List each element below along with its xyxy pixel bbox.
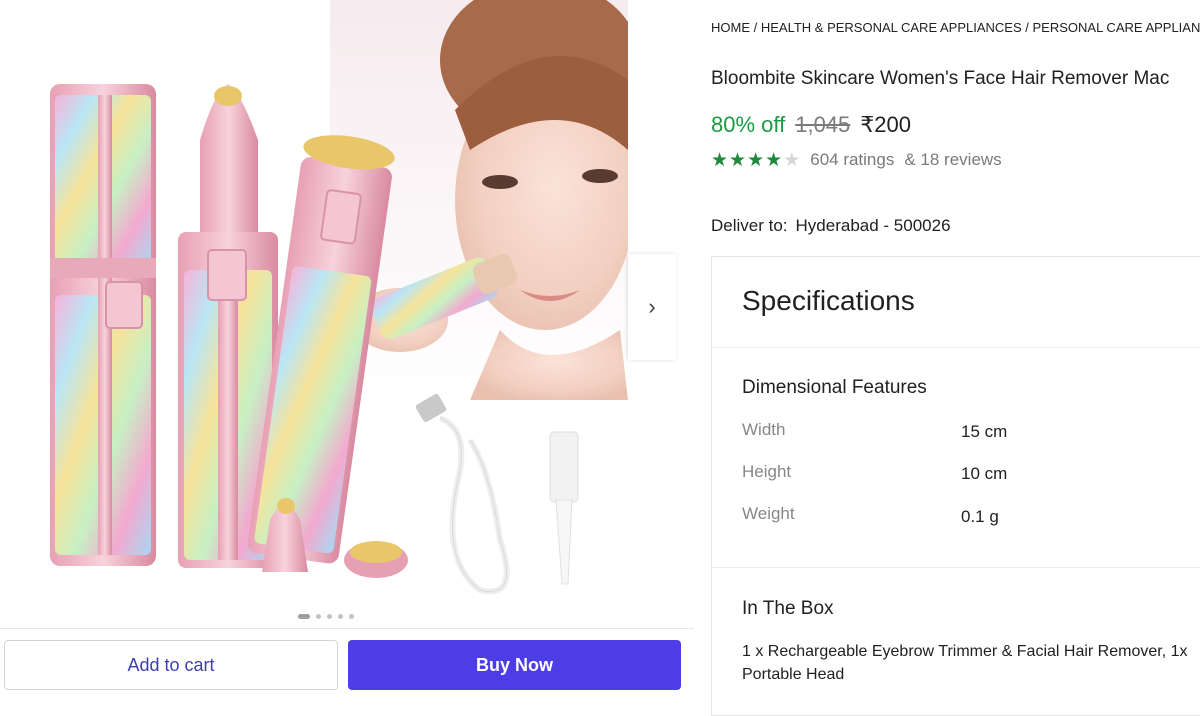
divider [712,567,1200,568]
spec-key-width: Width [742,420,785,440]
product-details: HOME / HEALTH & PERSONAL CARE APPLIANCES… [711,0,1200,708]
spec-value-height: 10 cm [961,464,1007,484]
divider [0,628,694,629]
in-the-box-title: In The Box [742,598,834,620]
discount-percent: 80% off [711,112,785,138]
star-filled-icon: ★ [711,151,728,170]
next-image-button[interactable]: › [628,254,676,360]
breadcrumb: HOME / HEALTH & PERSONAL CARE APPLIANCES… [711,20,1200,35]
star-empty-icon: ★ [783,151,800,170]
in-the-box-line: 1 x Rechargeable Eyebrow Trimmer & Facia… [742,640,1200,663]
dimensional-features-title: Dimensional Features [742,377,927,399]
reviews-count[interactable]: & 18 reviews [904,150,1001,170]
in-the-box-contents: 1 x Rechargeable Eyebrow Trimmer & Facia… [742,640,1200,686]
image-pagination-dots [298,614,354,619]
star-filled-icon: ★ [729,151,746,170]
product-gallery: › Add to cart Buy Now [0,0,700,708]
rating-row: ★ ★ ★ ★ ★ 604 ratings & 18 reviews [711,150,1002,170]
spec-key-height: Height [742,462,791,482]
divider [712,347,1200,348]
breadcrumb-home[interactable]: HOME [711,20,750,35]
buy-now-label: Buy Now [476,655,553,676]
breadcrumb-personal-care-appliances[interactable]: PERSONAL CARE APPLIANCES [1033,20,1200,35]
breadcrumb-separator: / [1022,20,1033,35]
pagination-dot[interactable] [338,614,343,619]
product-title: Bloombite Skincare Women's Face Hair Rem… [711,68,1169,90]
price-row: 80% off 1,045 ₹200 [711,112,911,138]
chevron-right-icon: › [648,294,655,320]
spec-key-weight: Weight [742,504,795,524]
spec-value-width: 15 cm [961,422,1007,442]
spec-value-weight: 0.1 g [961,507,999,527]
original-price: 1,045 [795,112,850,138]
in-the-box-line: Portable Head [742,663,1200,686]
star-filled-icon: ★ [765,151,782,170]
selling-price: ₹200 [860,112,911,138]
product-image[interactable] [0,0,628,612]
specifications-title: Specifications [742,285,915,317]
star-filled-icon: ★ [747,151,764,170]
pagination-dot[interactable] [327,614,332,619]
pagination-dot[interactable] [349,614,354,619]
breadcrumb-health-personal-care[interactable]: HEALTH & PERSONAL CARE APPLIANCES [761,20,1022,35]
deliver-to-label: Deliver to: [711,216,788,235]
rating-stars: ★ ★ ★ ★ ★ [711,151,800,170]
add-to-cart-button[interactable]: Add to cart [4,640,338,690]
pagination-dot[interactable] [298,614,310,619]
delivery-location[interactable]: Deliver to: Hyderabad - 500026 [711,216,951,236]
delivery-address: Hyderabad - 500026 [796,216,951,235]
product-photo [0,0,628,612]
buy-now-button[interactable]: Buy Now [348,640,681,690]
add-to-cart-label: Add to cart [127,655,214,676]
pagination-dot[interactable] [316,614,321,619]
ratings-count[interactable]: 604 ratings [810,150,894,170]
breadcrumb-separator: / [750,20,761,35]
specifications-card: Specifications Dimensional Features Widt… [711,256,1200,716]
